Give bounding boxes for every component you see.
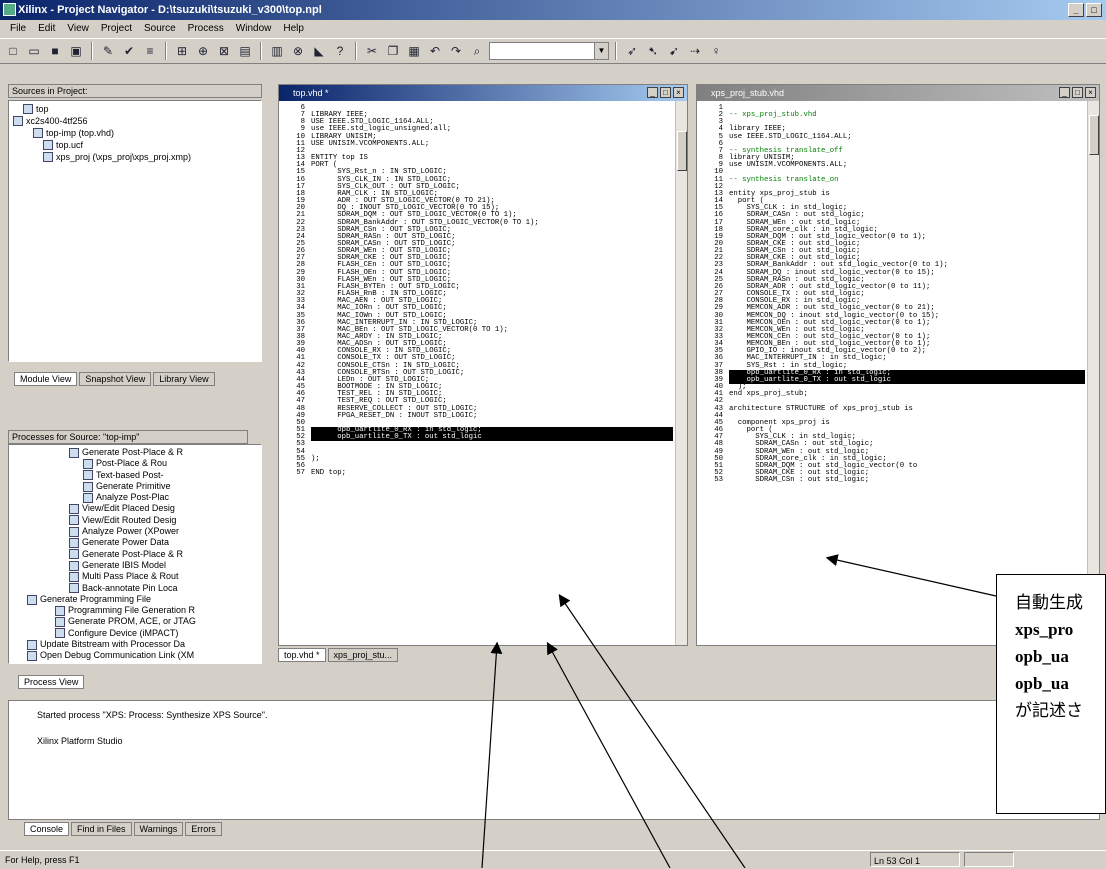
arrow-line [558, 594, 746, 868]
arrow-line [481, 641, 503, 868]
arrow-line [546, 641, 671, 868]
app-window: Xilinx - Project Navigator - D:\tsuzuki\… [0, 0, 1106, 868]
arrow-line [825, 554, 997, 597]
annotation-arrows [481, 554, 997, 868]
